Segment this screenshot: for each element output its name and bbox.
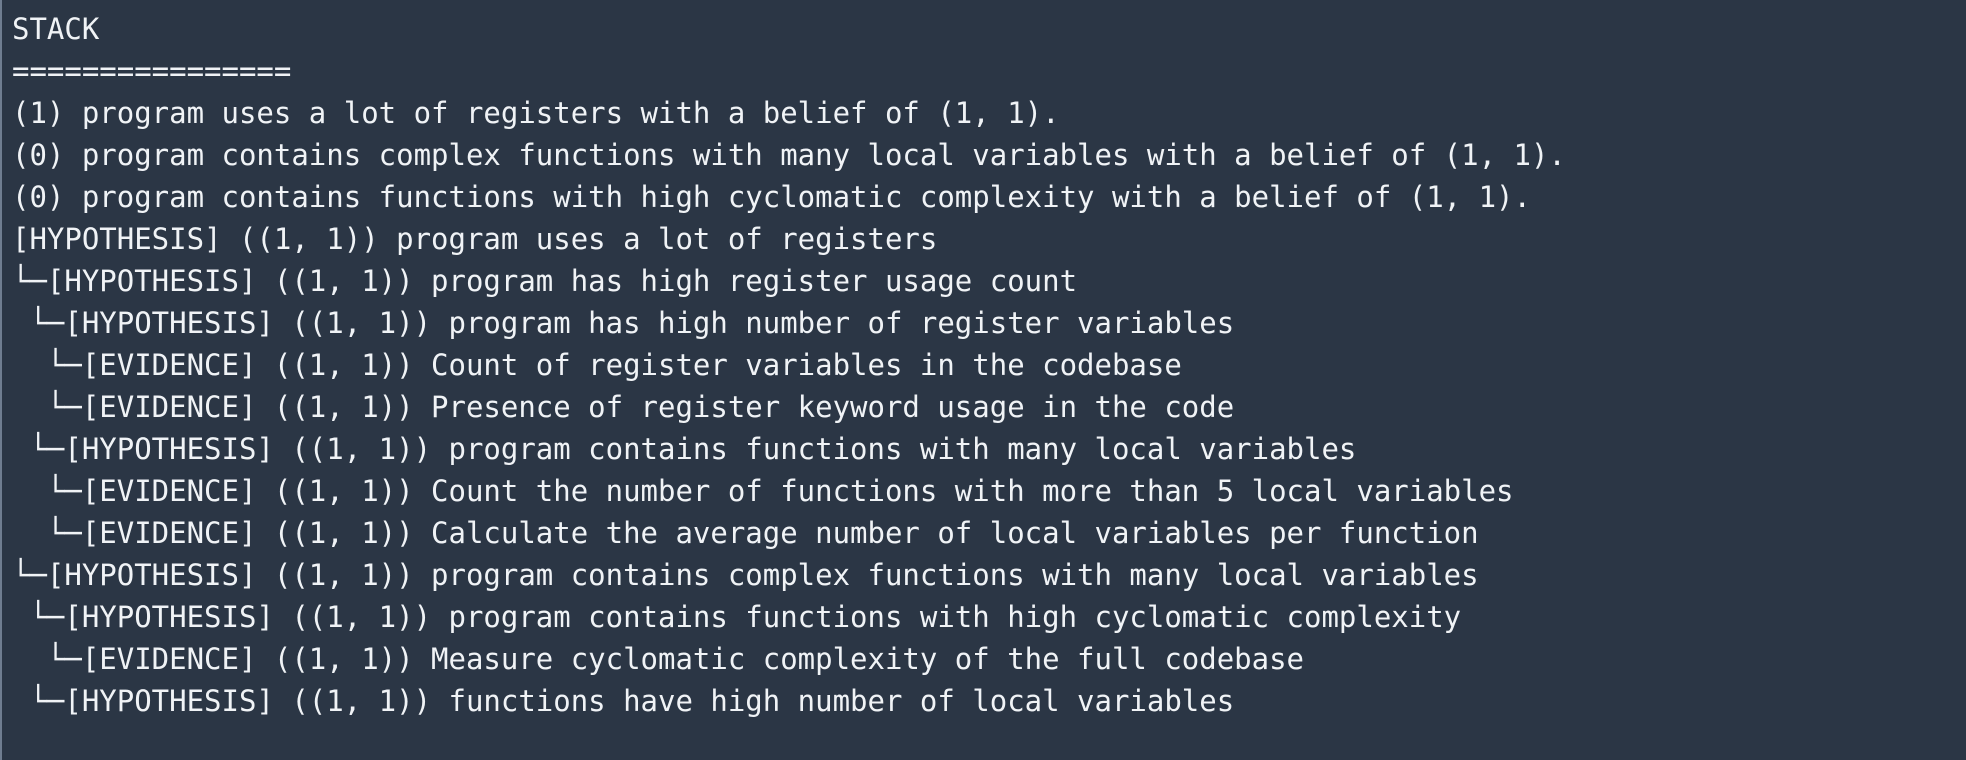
belief-line-1: (1) program uses a lot of registers with… <box>12 96 1060 130</box>
stack-separator: ================ <box>12 54 292 88</box>
tree-hypothesis-complex-functions: └─[HYPOTHESIS] ((1, 1)) program contains… <box>12 558 1479 592</box>
stack-title: STACK <box>12 12 100 46</box>
tree-evidence-register-variables-count: └─[EVIDENCE] ((1, 1)) Count of register … <box>12 348 1182 382</box>
belief-line-2: (0) program contains complex functions w… <box>12 138 1566 172</box>
tree-hypothesis-register-variables: └─[HYPOTHESIS] ((1, 1)) program has high… <box>12 306 1235 340</box>
tree-hypothesis-many-local-variables: └─[HYPOTHESIS] ((1, 1)) program contains… <box>12 432 1357 466</box>
belief-line-3: (0) program contains functions with high… <box>12 180 1531 214</box>
tree-evidence-measure-cyclomatic-complexity: └─[EVIDENCE] ((1, 1)) Measure cyclomatic… <box>12 642 1305 676</box>
tree-evidence-average-local-variables: └─[EVIDENCE] ((1, 1)) Calculate the aver… <box>12 516 1479 550</box>
tree-evidence-functions-more-than-5-locals: └─[EVIDENCE] ((1, 1)) Count the number o… <box>12 474 1514 508</box>
tree-evidence-register-keyword-usage: └─[EVIDENCE] ((1, 1)) Presence of regist… <box>12 390 1235 424</box>
tree-hypothesis-local-variable-count: └─[HYPOTHESIS] ((1, 1)) functions have h… <box>12 684 1235 718</box>
tree-root-hypothesis: [HYPOTHESIS] ((1, 1)) program uses a lot… <box>12 222 938 256</box>
tree-hypothesis-register-usage-count: └─[HYPOTHESIS] ((1, 1)) program has high… <box>12 264 1078 298</box>
tree-hypothesis-cyclomatic-complexity: └─[HYPOTHESIS] ((1, 1)) program contains… <box>12 600 1462 634</box>
terminal-output: STACK ================ (1) program uses … <box>0 0 1966 760</box>
